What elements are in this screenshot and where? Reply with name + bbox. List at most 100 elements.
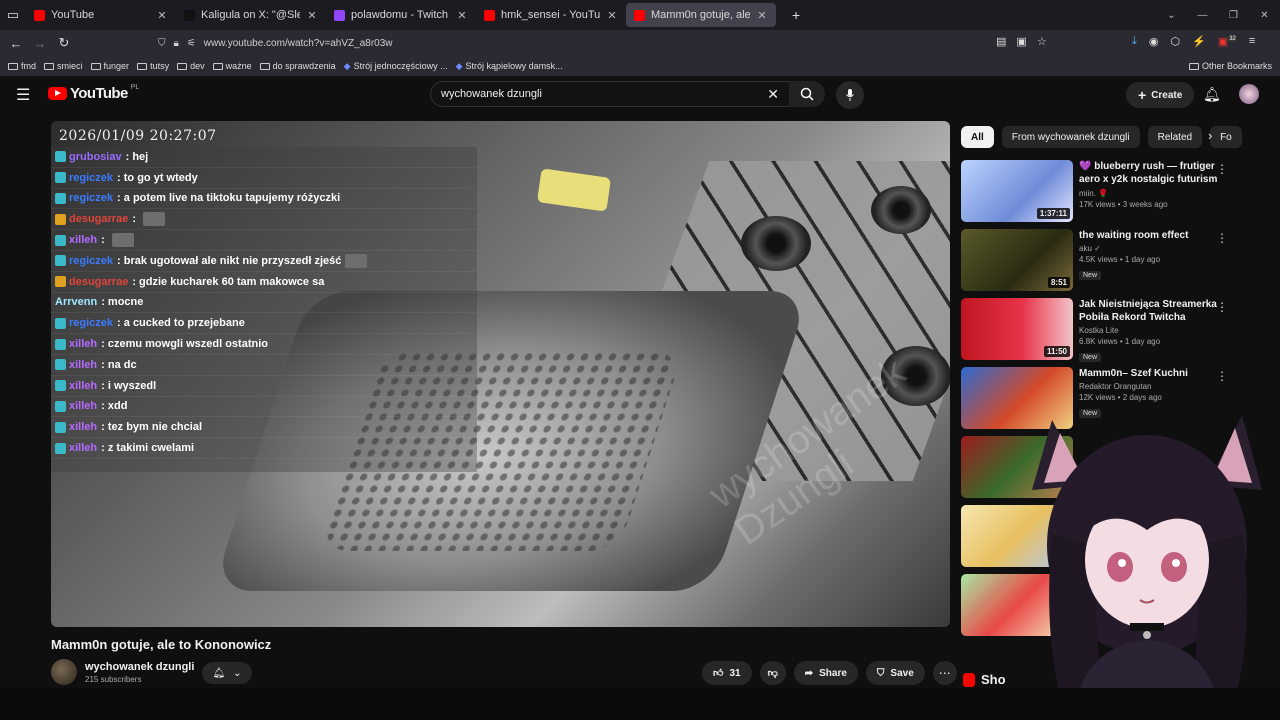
chat-badge-icon <box>55 234 66 246</box>
video-thumbnail[interactable]: 1:37:11 <box>961 160 1073 222</box>
forward-icon[interactable]: → <box>28 31 52 55</box>
bell-icon: 🔔︎ <box>212 667 226 679</box>
more-vertical-icon[interactable]: ⋮ <box>1216 231 1228 245</box>
filter-chip[interactable]: From wychowanek dzungli <box>1001 126 1140 148</box>
close-tab-icon[interactable]: ✕ <box>606 9 618 22</box>
recommendation-channel[interactable]: Kostka Lite <box>1079 326 1219 335</box>
chat-username: xilleh <box>69 442 98 455</box>
recommendation-item[interactable]: 8:51 the waiting room effect aku ✓ 4.5K vie… <box>961 229 1236 298</box>
recommendation-item[interactable]: 11:50 Jak Nieistniejąca Streamerka Pobiła… <box>961 298 1236 367</box>
chat-separator: : <box>101 296 108 309</box>
bookmark-label: Strój kąpielowy damsk... <box>465 61 563 71</box>
new-tab-button[interactable]: + <box>792 7 800 23</box>
notifications-bell-icon[interactable]: 🔔︎ <box>1203 86 1221 103</box>
clear-search-icon[interactable]: ✕ <box>767 86 779 103</box>
account-icon[interactable]: ◉ <box>1149 35 1159 48</box>
extensions-icon[interactable]: ⬡ <box>1170 35 1180 48</box>
bookmark-item[interactable]: ◆ Strój jednoczęściowy ... <box>340 61 452 72</box>
maximize-button[interactable]: ❐ <box>1218 0 1249 30</box>
close-tab-icon[interactable]: ✕ <box>756 9 768 22</box>
bookmark-item[interactable]: tutsy <box>133 61 173 71</box>
share-button[interactable]: ➦ Share <box>793 661 858 685</box>
chat-username: xilleh <box>69 421 98 434</box>
bookmark-item[interactable]: funger <box>87 61 134 71</box>
other-bookmarks[interactable]: Other Bookmarks <box>1185 61 1276 71</box>
bookmark-star-icon[interactable]: ☆ <box>1037 35 1047 48</box>
like-button[interactable]: 👍︎ 31 <box>702 661 752 685</box>
address-bar[interactable]: ⛉ 🔒︎ ⚟ www.youtube.com/watch?v=ahVZ_a8r0… <box>150 32 980 54</box>
lock-icon[interactable]: 🔒︎ <box>174 38 179 49</box>
dislike-button[interactable]: 👎︎ <box>759 661 786 685</box>
recommendation-item[interactable]: 1:37:11 💜 blueberry rush — frutiger aero … <box>961 160 1236 229</box>
bookmark-label: ważne <box>225 61 252 71</box>
search-button[interactable] <box>789 81 825 107</box>
subscription-bell-button[interactable]: 🔔︎ ⌄ <box>202 662 252 684</box>
recommendation-title[interactable]: Mamm0n– Szef Kuchni <box>1079 367 1219 380</box>
channel-name[interactable]: wychowanek dzungli <box>85 661 194 673</box>
recommendation-channel[interactable]: miin. 🌹 <box>1079 189 1219 198</box>
reload-icon[interactable]: ↻ <box>52 31 76 55</box>
back-icon[interactable]: ← <box>4 31 28 55</box>
shorts-heading[interactable]: Sho <box>963 672 1006 687</box>
tab-overflow-icon[interactable]: ⌄ <box>1156 0 1187 30</box>
youtube-logo[interactable]: YouTube PL <box>48 84 139 102</box>
tab-list-icon[interactable]: ▭ <box>0 3 26 27</box>
video-thumbnail[interactable]: 8:51 <box>961 229 1073 291</box>
close-window-button[interactable]: ✕ <box>1249 0 1280 30</box>
close-tab-icon[interactable]: ✕ <box>156 9 168 22</box>
filter-chip[interactable]: All <box>961 126 994 148</box>
url-text[interactable]: www.youtube.com/watch?v=ahVZ_a8r03w <box>204 38 393 49</box>
bookmark-item[interactable]: smieci <box>40 61 87 71</box>
reader-view-icon[interactable]: ▤ <box>996 35 1006 48</box>
chat-username: xilleh <box>69 358 98 371</box>
shield-icon[interactable]: ⛉ <box>158 38 166 49</box>
bookmark-item[interactable]: ◆ Strój kąpielowy damsk... <box>452 61 567 72</box>
tab-title: hmk_sensei - YouTube <box>501 9 600 21</box>
chat-message: xilleh: xdd <box>51 397 477 418</box>
bookmark-item[interactable]: do sprawdzenia <box>256 61 340 71</box>
channel-avatar[interactable] <box>51 659 77 685</box>
bookmark-item[interactable]: dev <box>173 61 209 71</box>
bookmark-item[interactable]: ważne <box>209 61 256 71</box>
recommendation-title[interactable]: 💜 blueberry rush — frutiger aero x y2k n… <box>1079 160 1219 187</box>
browser-tab[interactable]: polawdomu - Twitch ✕ <box>326 0 476 30</box>
recommendation-channel[interactable]: aku ✓ <box>1079 244 1219 253</box>
extension-icon[interactable]: ⚡ <box>1192 35 1206 48</box>
browser-tab[interactable]: Mamm0n gotuje, ale to Kononowicz ✕ <box>626 3 776 27</box>
more-vertical-icon[interactable]: ⋮ <box>1216 369 1228 383</box>
video-thumbnail[interactable]: 11:50 <box>961 298 1073 360</box>
user-avatar[interactable] <box>1239 84 1259 104</box>
chat-badge-icon <box>55 213 66 225</box>
browser-tab[interactable]: Kaligula on X: "@SledziuStream ✕ <box>176 0 326 30</box>
video-player[interactable]: wychowanek Dzungli grubosiav: hej regicze… <box>51 121 950 627</box>
permissions-icon[interactable]: ⚟ <box>187 38 196 49</box>
recommendation-title[interactable]: the waiting room effect <box>1079 229 1219 242</box>
bookmark-item[interactable]: fmd <box>4 61 40 71</box>
filter-chip[interactable]: Related <box>1147 126 1203 148</box>
create-button[interactable]: + Create <box>1126 82 1195 108</box>
search-input[interactable]: wychowanek dzungli ✕ <box>430 81 790 107</box>
notification-extension-icon[interactable]: ▣32 <box>1218 35 1237 48</box>
search-value[interactable]: wychowanek dzungli <box>441 88 767 100</box>
close-tab-icon[interactable]: ✕ <box>456 9 468 22</box>
chat-username: regiczek <box>69 171 114 184</box>
browser-tab[interactable]: YouTube ✕ <box>26 0 176 30</box>
more-actions-button[interactable]: ⋯ <box>932 661 957 685</box>
voice-search-button[interactable] <box>836 81 864 109</box>
recommendation-title[interactable]: Jak Nieistniejąca Streamerka Pobiła Reko… <box>1079 298 1219 324</box>
chevron-right-icon[interactable]: › <box>1208 128 1212 143</box>
recommendation-channel[interactable]: Redaktor Orangutan <box>1079 382 1219 391</box>
screenshot-icon[interactable]: ▣ <box>1016 35 1026 48</box>
close-tab-icon[interactable]: ✕ <box>306 9 318 22</box>
more-vertical-icon[interactable]: ⋮ <box>1216 300 1228 314</box>
minimize-button[interactable]: — <box>1187 0 1218 30</box>
browser-tab[interactable]: hmk_sensei - YouTube ✕ <box>476 0 626 30</box>
logo-text: YouTube <box>70 85 128 102</box>
folder-icon <box>212 62 223 70</box>
hamburger-menu-icon[interactable]: ☰ <box>16 85 30 105</box>
more-vertical-icon[interactable]: ⋮ <box>1216 162 1228 176</box>
downloads-icon[interactable]: ⤓ <box>1132 35 1137 48</box>
filter-chip[interactable]: Fo <box>1210 126 1242 148</box>
menu-icon[interactable]: ≡ <box>1249 35 1255 48</box>
save-button[interactable]: ⛉ Save <box>865 661 925 685</box>
